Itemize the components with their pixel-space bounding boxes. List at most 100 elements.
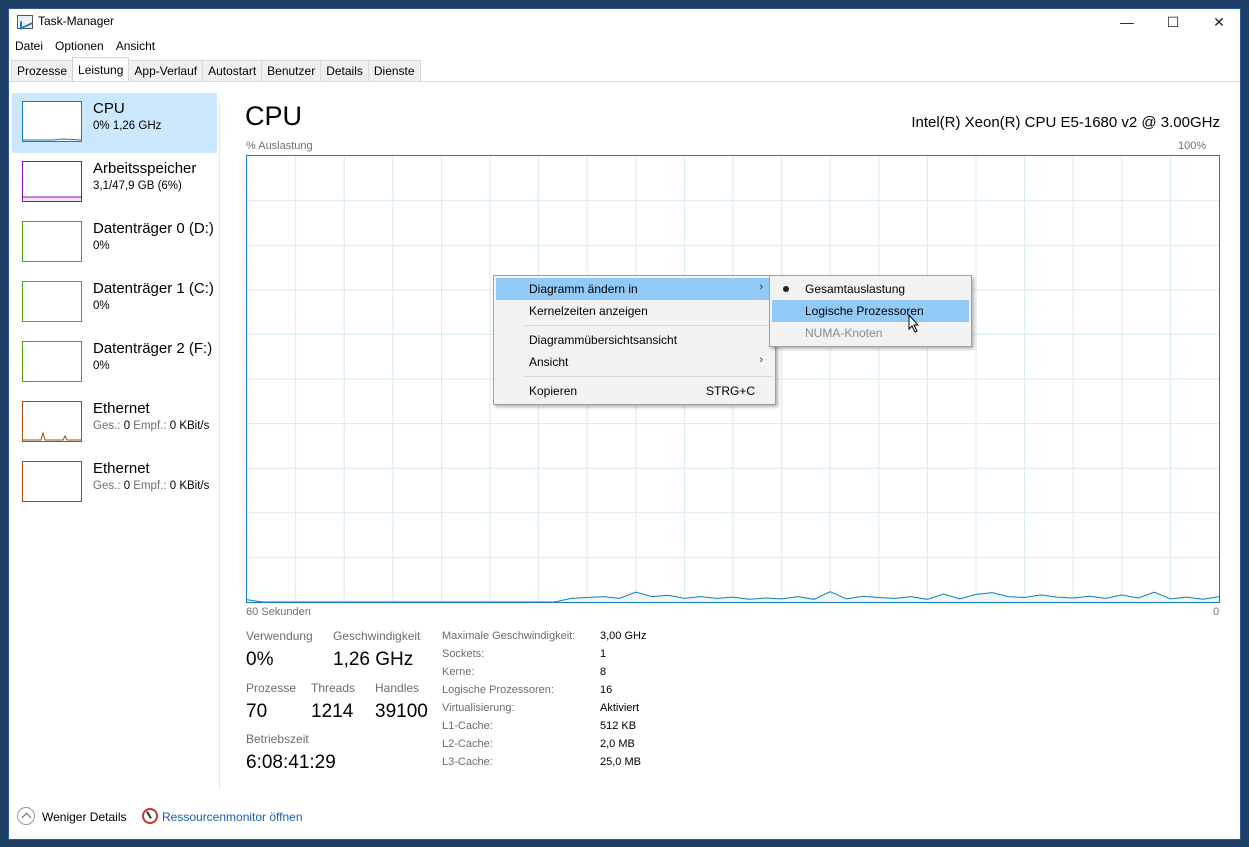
sidebar-item-label: CPU xyxy=(93,100,125,117)
tab-autostart[interactable]: Autostart xyxy=(202,60,263,81)
maximize-button[interactable]: ☐ xyxy=(1150,9,1196,35)
tab-prozesse[interactable]: Prozesse xyxy=(11,60,74,81)
sidebar-item-disk-0[interactable]: Datenträger 0 (D:) 0% xyxy=(12,213,217,273)
spec-value: 3,00 GHz xyxy=(600,630,647,642)
tab-app-verlauf[interactable]: App-Verlauf xyxy=(128,60,204,81)
sent-value: 0 xyxy=(123,420,131,432)
sidebar-item-memory[interactable]: Arbeitsspeicher 3,1/47,9 GB (6%) xyxy=(12,153,217,213)
sidebar-item-label: Datenträger 0 (D:) xyxy=(93,220,214,237)
speed-value: 1,26 GHz xyxy=(333,649,414,670)
page-title: CPU xyxy=(245,101,303,131)
menu-item-shortcut: STRG+C xyxy=(705,384,755,398)
memory-thumbnail-graph xyxy=(22,161,82,202)
tab-divider xyxy=(9,81,1240,82)
threads-label: Threads xyxy=(311,681,356,695)
resource-monitor-link[interactable]: Ressourcenmonitor öffnen xyxy=(162,810,303,824)
x-axis-left-label: 60 Sekunden xyxy=(246,606,311,618)
received-label: Empf.: xyxy=(133,420,167,432)
footer-bar: Weniger Details Ressourcenmonitor öffnen xyxy=(9,805,1240,829)
resource-monitor-icon[interactable] xyxy=(142,808,158,824)
task-manager-icon xyxy=(17,15,33,29)
spec-value: 25,0 MB xyxy=(600,756,641,768)
fewer-details-button[interactable]: Weniger Details xyxy=(42,810,126,824)
menu-item-label: Diagramm ändern in xyxy=(529,282,638,296)
task-manager-window: Task-Manager — ☐ ✕ Datei Optionen Ansich… xyxy=(8,8,1241,840)
received-value: 0 KBit/s xyxy=(169,480,210,492)
processes-value: 70 xyxy=(246,701,268,722)
sent-value: 0 xyxy=(123,480,131,492)
menu-item-label: Diagrammübersichtsansicht xyxy=(529,333,678,347)
menu-bar: Datei Optionen Ansicht xyxy=(9,37,161,57)
sidebar-item-label: Datenträger 2 (F:) xyxy=(93,340,213,357)
uptime-value: 6:08:41:29 xyxy=(246,752,336,773)
spec-label: L3-Cache: xyxy=(442,756,493,768)
y-axis-max: 100% xyxy=(1178,140,1207,152)
menu-item-view[interactable]: Ansicht › xyxy=(496,351,773,373)
received-label: Empf.: xyxy=(133,480,167,492)
sidebar-item-subtext: 0% 1,26 GHz xyxy=(93,120,162,132)
menu-item-label: Gesamtauslastung xyxy=(805,282,906,296)
sidebar-item-disk-2[interactable]: Datenträger 2 (F:) 0% xyxy=(12,333,217,393)
processes-label: Prozesse xyxy=(246,681,297,695)
sent-label: Ges.: xyxy=(93,420,121,432)
window-title: Task-Manager xyxy=(38,14,115,28)
handles-value: 39100 xyxy=(375,701,428,722)
sidebar-item-ethernet-1[interactable]: Ethernet Ges.: 0 Empf.: 0 KBit/s xyxy=(12,393,217,453)
menu-item-label: Kernelzeiten anzeigen xyxy=(529,304,648,318)
menu-item-label: NUMA-Knoten xyxy=(805,326,883,340)
menu-item-copy[interactable]: Kopieren STRG+C xyxy=(496,380,773,402)
tab-details[interactable]: Details xyxy=(320,60,369,81)
y-axis-label: % Auslastung xyxy=(246,140,313,152)
spec-label: L1-Cache: xyxy=(442,720,493,732)
submenu-item-numa-nodes: NUMA-Knoten xyxy=(772,322,969,344)
close-button[interactable]: ✕ xyxy=(1196,9,1242,35)
disk-0-thumbnail-graph xyxy=(22,221,82,262)
tab-benutzer[interactable]: Benutzer xyxy=(261,60,322,81)
radio-bullet-icon xyxy=(783,286,789,292)
sidebar-item-subtext: 0% xyxy=(93,360,110,372)
menu-separator xyxy=(524,376,773,377)
ethernet-2-thumbnail-graph xyxy=(22,461,82,502)
tab-leistung[interactable]: Leistung xyxy=(72,57,130,81)
menu-item-summary-view[interactable]: Diagrammübersichtsansicht xyxy=(496,329,773,351)
title-bar[interactable]: Task-Manager — ☐ ✕ xyxy=(9,9,1240,35)
ethernet-1-thumbnail-graph xyxy=(22,401,82,442)
spec-value: 16 xyxy=(600,684,613,696)
performance-sidebar: CPU 0% 1,26 GHz Arbeitsspeicher 3,1/47,9… xyxy=(12,93,217,513)
sidebar-item-cpu[interactable]: CPU 0% 1,26 GHz xyxy=(12,93,217,153)
sidebar-item-label: Ethernet xyxy=(93,400,150,417)
submenu-item-logical-processors[interactable]: Logische Prozessoren xyxy=(772,300,969,322)
spec-value: 8 xyxy=(600,666,607,678)
spec-value: 2,0 MB xyxy=(600,738,635,750)
sidebar-item-subtext: 3,1/47,9 GB (6%) xyxy=(93,180,182,192)
chevron-right-icon: › xyxy=(759,354,763,366)
menu-item-change-graph[interactable]: Diagramm ändern in › xyxy=(496,278,773,300)
chevron-up-icon[interactable] xyxy=(17,807,35,825)
threads-value: 1214 xyxy=(311,701,354,722)
spec-label: Kerne: xyxy=(442,666,475,678)
handles-label: Handles xyxy=(375,681,420,695)
menu-ansicht[interactable]: Ansicht xyxy=(110,37,161,57)
cpu-thumbnail-graph xyxy=(22,101,82,142)
usage-label: Verwendung xyxy=(246,629,313,643)
submenu: Gesamtauslastung Logische Prozessoren NU… xyxy=(769,275,972,347)
submenu-item-total-usage[interactable]: Gesamtauslastung xyxy=(772,278,969,300)
menu-datei[interactable]: Datei xyxy=(9,37,49,57)
chevron-right-icon: › xyxy=(759,281,763,293)
sidebar-item-ethernet-2[interactable]: Ethernet Ges.: 0 Empf.: 0 KBit/s xyxy=(12,453,217,513)
menu-item-kernel-times[interactable]: Kernelzeiten anzeigen xyxy=(496,300,773,322)
sidebar-item-subtext: 0% xyxy=(93,300,110,312)
spec-value: 512 KB xyxy=(600,720,637,732)
sidebar-item-disk-1[interactable]: Datenträger 1 (C:) 0% xyxy=(12,273,217,333)
tab-dienste[interactable]: Dienste xyxy=(367,60,421,81)
spec-value: 1 xyxy=(600,648,607,660)
spec-label: L2-Cache: xyxy=(442,738,493,750)
minimize-button[interactable]: — xyxy=(1104,9,1150,35)
speed-label: Geschwindigkeit xyxy=(333,629,421,643)
menu-item-label: Ansicht xyxy=(529,355,569,369)
menu-optionen[interactable]: Optionen xyxy=(49,37,110,57)
disk-1-thumbnail-graph xyxy=(22,281,82,322)
sidebar-item-subtext: Ges.: 0 Empf.: 0 KBit/s xyxy=(93,480,209,492)
sidebar-item-label: Datenträger 1 (C:) xyxy=(93,280,214,297)
mouse-cursor-icon xyxy=(908,314,920,333)
